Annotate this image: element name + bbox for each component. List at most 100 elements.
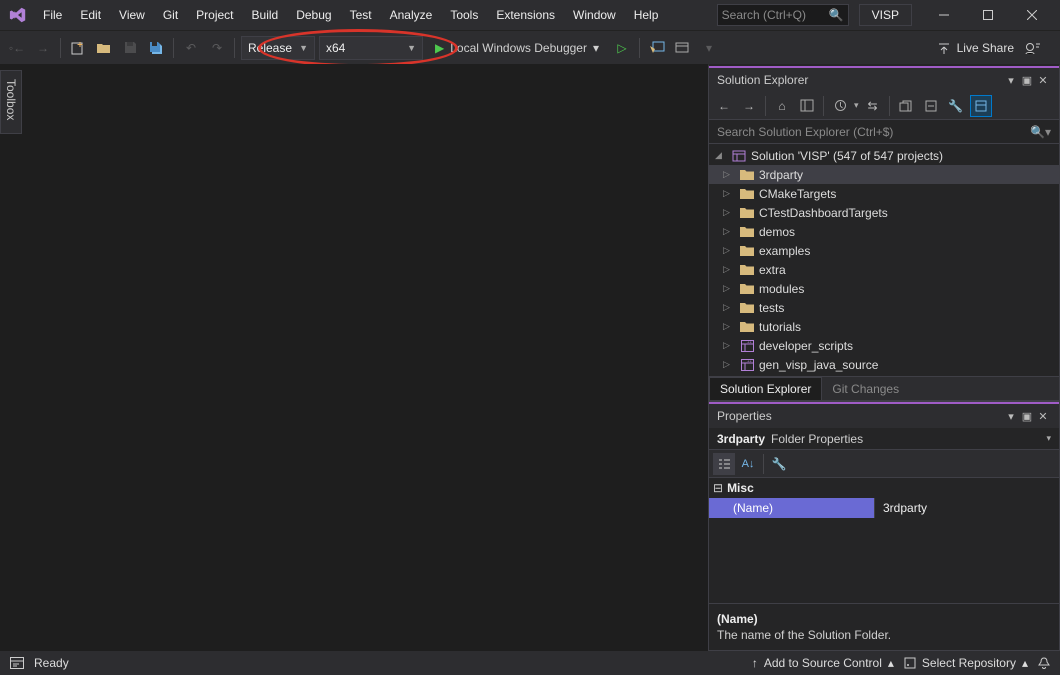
undo-icon[interactable]: ↶ <box>180 37 202 59</box>
collapse-icon[interactable]: ⊟ <box>713 481 723 495</box>
categorized-icon[interactable] <box>713 453 735 475</box>
tree-node-gen_visp_java_source[interactable]: ▷++gen_visp_java_source <box>709 355 1059 374</box>
tree-node-3rdparty[interactable]: ▷3rdparty <box>709 165 1059 184</box>
property-category[interactable]: ⊟ Misc <box>709 478 1059 498</box>
close-panel-icon[interactable]: ✕ <box>1035 410 1051 423</box>
select-repository-button[interactable]: Select Repository ▴ <box>904 656 1028 670</box>
show-all-files-icon[interactable] <box>895 95 917 117</box>
menu-debug[interactable]: Debug <box>287 2 340 28</box>
expander-icon[interactable]: ▷ <box>723 302 735 313</box>
save-icon[interactable] <box>119 37 141 59</box>
menu-analyze[interactable]: Analyze <box>381 2 442 28</box>
expander-icon[interactable]: ▷ <box>723 283 735 294</box>
close-panel-icon[interactable]: ✕ <box>1035 74 1051 87</box>
start-no-debug-icon[interactable]: ▷ <box>611 37 633 59</box>
expander-icon[interactable]: ◢ <box>715 150 727 161</box>
property-pages-icon[interactable]: 🔧 <box>768 453 790 475</box>
browser-link-icon[interactable] <box>646 37 668 59</box>
pin-icon[interactable]: ▣ <box>1019 74 1035 87</box>
global-search-input[interactable]: Search (Ctrl+Q) 🔍 <box>717 4 849 26</box>
sync-icon[interactable]: ⇆ <box>862 95 884 117</box>
add-source-control-button[interactable]: ↑ Add to Source Control ▴ <box>752 656 894 670</box>
tree-node-ctestdashboardtargets[interactable]: ▷CTestDashboardTargets <box>709 203 1059 222</box>
tab-solution-explorer[interactable]: Solution Explorer <box>709 377 822 400</box>
redo-icon[interactable]: ↷ <box>206 37 228 59</box>
expander-icon[interactable]: ▷ <box>723 264 735 275</box>
toolbox-tab[interactable]: Toolbox <box>0 70 22 134</box>
menu-test[interactable]: Test <box>341 2 381 28</box>
expander-icon[interactable]: ▷ <box>723 226 735 237</box>
solution-badge[interactable]: VISP <box>859 4 912 26</box>
output-icon[interactable] <box>10 657 24 669</box>
tree-node-label: gen_visp_java_source <box>759 358 878 372</box>
notifications-icon[interactable] <box>1038 657 1050 670</box>
menu-tools[interactable]: Tools <box>441 2 487 28</box>
pending-changes-filter-icon[interactable] <box>829 95 851 117</box>
menu-edit[interactable]: Edit <box>71 2 110 28</box>
alphabetical-icon[interactable]: A↓ <box>737 453 759 475</box>
property-row-name[interactable]: (Name) 3rdparty <box>709 498 1059 518</box>
tree-node-examples[interactable]: ▷examples <box>709 241 1059 260</box>
nav-back-icon[interactable]: ◦← <box>6 37 28 59</box>
expander-icon[interactable]: ▷ <box>723 340 735 351</box>
nav-fwd-icon[interactable]: → <box>32 37 54 59</box>
menu-help[interactable]: Help <box>625 2 668 28</box>
solution-tree[interactable]: ◢ Solution 'VISP' (547 of 547 projects) … <box>709 144 1059 376</box>
tree-node-tests[interactable]: ▷tests <box>709 298 1059 317</box>
build-config-combo[interactable]: Release▼ <box>241 36 315 60</box>
toolbar-overflow-icon[interactable] <box>672 37 694 59</box>
menu-extensions[interactable]: Extensions <box>487 2 564 28</box>
save-all-icon[interactable] <box>145 37 167 59</box>
tree-node-modules[interactable]: ▷modules <box>709 279 1059 298</box>
pin-icon[interactable]: ▣ <box>1019 410 1035 423</box>
close-button[interactable] <box>1010 0 1054 30</box>
live-share-icon <box>937 41 951 55</box>
expander-icon[interactable]: ▷ <box>723 321 735 332</box>
window-options-icon[interactable]: ▾ <box>1003 74 1019 87</box>
collapse-all-icon[interactable] <box>920 95 942 117</box>
preview-selected-icon[interactable] <box>970 95 992 117</box>
play-icon: ▶ <box>435 41 444 55</box>
platform-combo[interactable]: x64▼ <box>319 36 423 60</box>
property-desc-title: (Name) <box>717 612 1051 626</box>
menu-git[interactable]: Git <box>154 2 187 28</box>
tree-node-extra[interactable]: ▷extra <box>709 260 1059 279</box>
tree-node-developer_scripts[interactable]: ▷++developer_scripts <box>709 336 1059 355</box>
minimize-button[interactable] <box>922 0 966 30</box>
solution-search-input[interactable]: Search Solution Explorer (Ctrl+$) 🔍▾ <box>709 120 1059 144</box>
se-back-icon[interactable]: ← <box>713 95 735 117</box>
expander-icon[interactable]: ▷ <box>723 207 735 218</box>
tree-node-label: CMakeTargets <box>759 187 836 201</box>
feedback-icon[interactable] <box>1022 37 1044 59</box>
property-value[interactable]: 3rdparty <box>875 498 1059 518</box>
expander-icon[interactable]: ▷ <box>723 188 735 199</box>
expander-icon[interactable]: ▷ <box>723 245 735 256</box>
maximize-button[interactable] <box>966 0 1010 30</box>
home-icon[interactable]: ⌂ <box>771 95 793 117</box>
open-icon[interactable] <box>93 37 115 59</box>
menu-view[interactable]: View <box>110 2 154 28</box>
solution-root-node[interactable]: ◢ Solution 'VISP' (547 of 547 projects) <box>709 146 1059 165</box>
tree-node-demos[interactable]: ▷demos <box>709 222 1059 241</box>
expander-icon[interactable]: ▷ <box>723 169 735 180</box>
properties-icon[interactable]: 🔧 <box>945 95 967 117</box>
properties-object-selector[interactable]: 3rdparty Folder Properties ▾ <box>709 428 1059 450</box>
window-options-icon[interactable]: ▾ <box>1003 410 1019 423</box>
start-debug-button[interactable]: ▶ Local Windows Debugger ▾ <box>427 36 607 60</box>
tree-node-label: tutorials <box>759 320 801 334</box>
menu-window[interactable]: Window <box>564 2 625 28</box>
tree-node-cmaketargets[interactable]: ▷ CMakeTargets <box>709 184 1059 203</box>
new-item-icon[interactable] <box>67 37 89 59</box>
switch-view-icon[interactable] <box>796 95 818 117</box>
menu-file[interactable]: File <box>34 2 71 28</box>
menu-build[interactable]: Build <box>243 2 288 28</box>
menu-project[interactable]: Project <box>187 2 242 28</box>
tree-node-tutorials[interactable]: ▷ tutorials <box>709 317 1059 336</box>
expander-icon[interactable]: ▷ <box>723 359 735 370</box>
toolbar-customize-icon[interactable]: ▾ <box>698 37 720 59</box>
live-share-button[interactable]: Live Share <box>937 41 1014 55</box>
folder-icon <box>739 187 755 201</box>
properties-toolbar: A↓ 🔧 <box>709 450 1059 478</box>
se-fwd-icon[interactable]: → <box>738 95 760 117</box>
tab-git-changes[interactable]: Git Changes <box>822 378 909 400</box>
